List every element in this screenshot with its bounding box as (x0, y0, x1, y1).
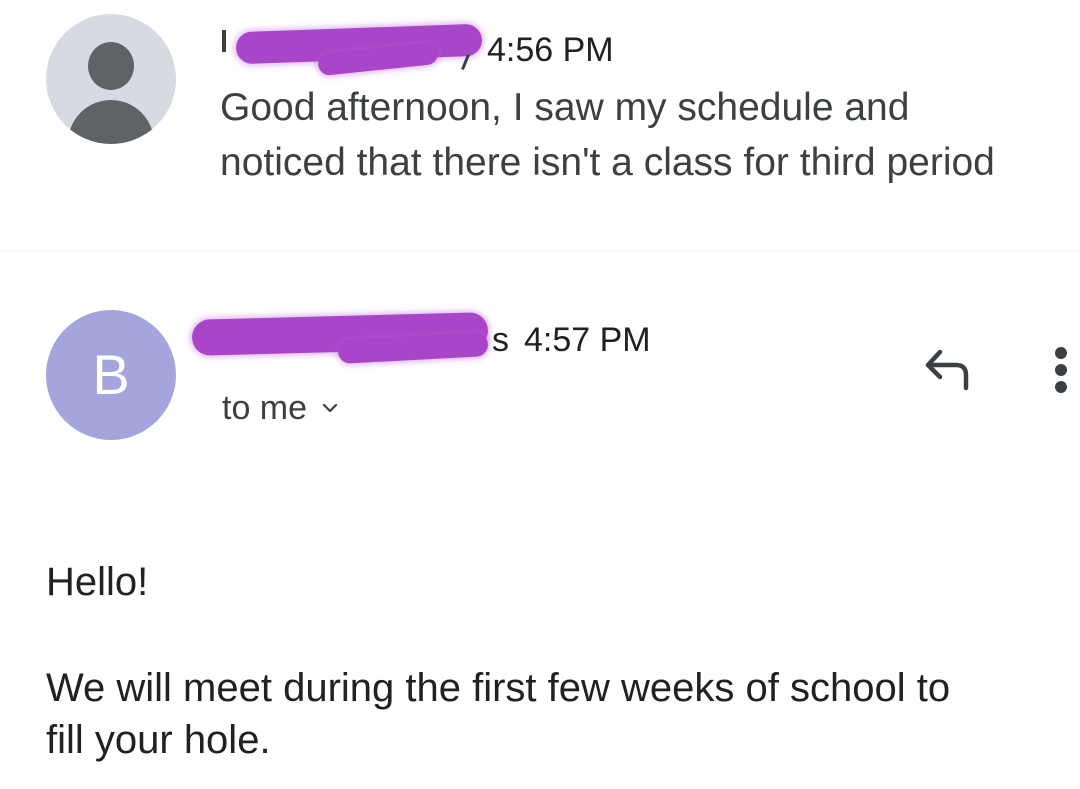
body-line: fill your hole. (46, 718, 271, 762)
more-options-button[interactable] (1046, 340, 1076, 400)
recipient-label: to me (222, 389, 308, 427)
snippet-line: Good afternoon, I saw my schedule and (220, 86, 910, 129)
message-item-first[interactable]: 4:56 PM Good afternoon, I saw my schedul… (0, 0, 1080, 250)
more-vert-icon (1055, 347, 1067, 393)
sender-name-fragment: s (492, 321, 509, 359)
reply-icon (925, 349, 969, 391)
recipient-details-toggle[interactable]: to me (222, 386, 339, 430)
body-line: We will meet during the first few weeks … (46, 666, 951, 710)
chevron-down-icon (322, 403, 338, 413)
person-icon (46, 14, 176, 144)
sender-line: s 4:57 PM (188, 310, 788, 370)
avatar-shoulders (68, 100, 154, 144)
sender-name-fragment (222, 30, 226, 52)
reply-button[interactable] (920, 344, 980, 394)
message-snippet: Good afternoon, I saw my schedule and no… (220, 80, 1080, 190)
email-body: We will meet during the first few weeks … (46, 662, 1080, 766)
message-time: 4:56 PM (487, 31, 614, 69)
avatar-head (88, 42, 134, 90)
message-time: 4:57 PM (524, 321, 651, 359)
email-greeting: Hello! (46, 560, 149, 604)
message-divider (0, 250, 1080, 253)
snippet-line: noticed that there isn't a class for thi… (220, 141, 995, 184)
sender-avatar[interactable]: B (46, 310, 176, 440)
sender-line: 4:56 PM (218, 22, 818, 77)
sender-name-fragment (461, 54, 470, 70)
